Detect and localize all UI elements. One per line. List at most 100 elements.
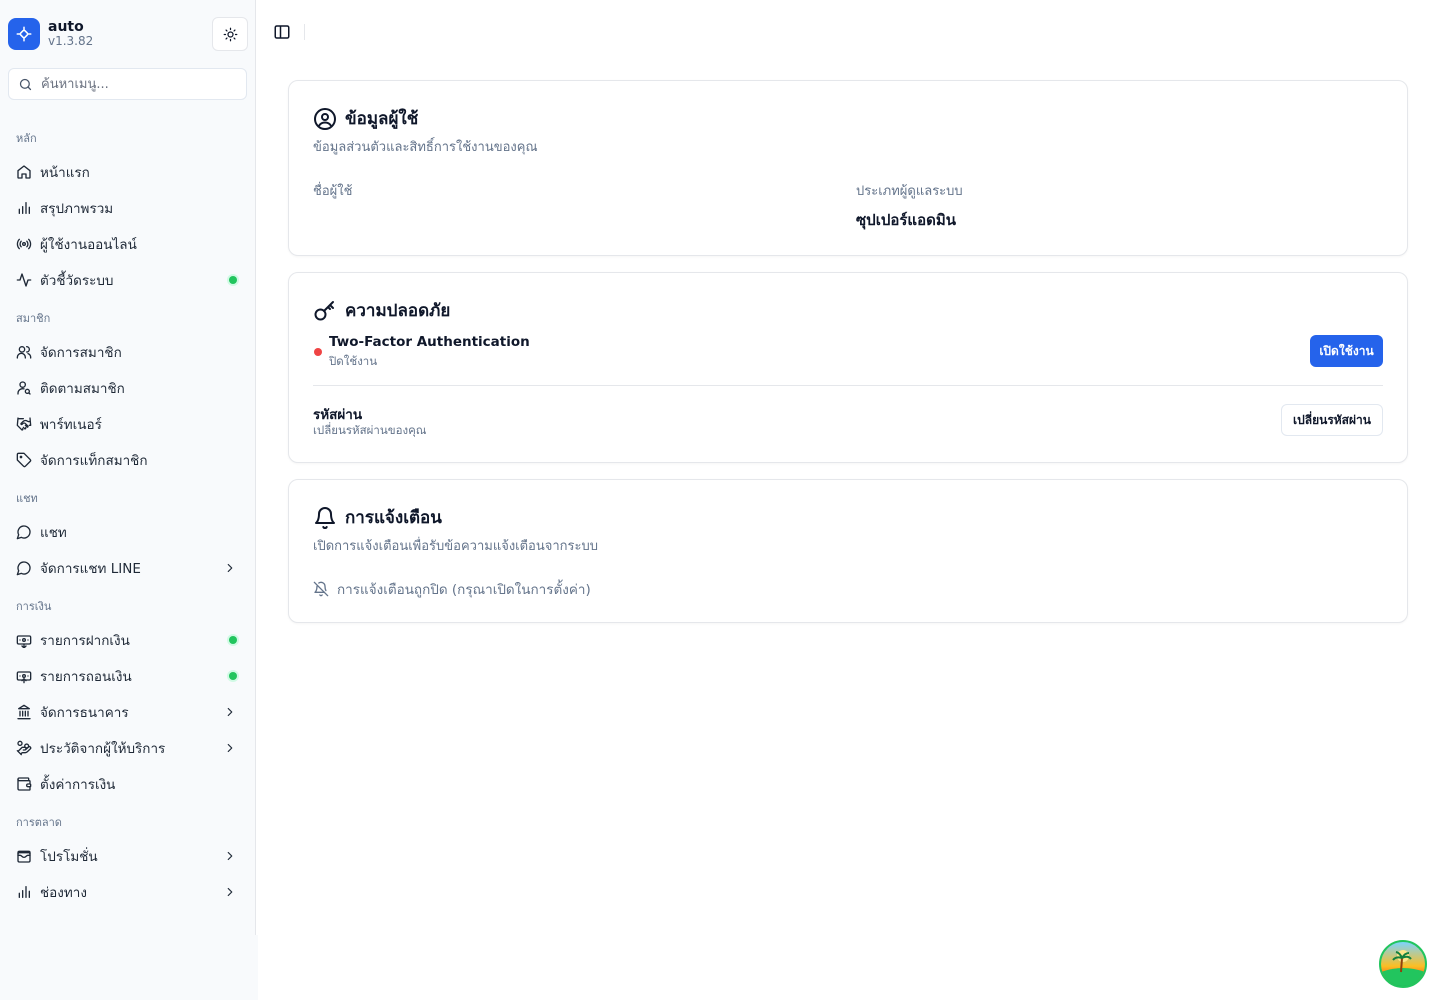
username-label: ชื่อผู้ใช้	[313, 184, 353, 199]
brand: auto v1.3.82	[8, 17, 248, 51]
sidebar-item-label: รายการถอนเงิน	[40, 669, 132, 685]
admin-type-value: ซุปเปอร์แอดมิน	[856, 211, 956, 229]
sidebar-item[interactable]: จัดการแท็กสมาชิก	[0, 442, 255, 478]
sidebar: auto v1.3.82 หลักหน้าแรกสรุปภาพรวมผู้ใช้…	[0, 0, 258, 1000]
chevron-right-icon[interactable]	[223, 885, 237, 899]
bar-chart-icon	[16, 884, 32, 900]
sidebar-item[interactable]: หน้าแรก	[0, 154, 255, 190]
search-icon	[19, 78, 32, 90]
nav-group-heading: สมาชิก	[16, 312, 51, 325]
sidebar-item-label: แชท	[40, 525, 67, 541]
sidebar-item[interactable]: จัดการแชท LINE	[0, 550, 255, 586]
sidebar-item-label: จัดการธนาคาร	[40, 705, 129, 721]
chevron-right-icon[interactable]	[223, 849, 237, 863]
sidebar-item-label: สรุปภาพรวม	[40, 201, 114, 217]
chevron-right-icon[interactable]	[223, 561, 237, 575]
bar-chart-icon	[16, 200, 32, 216]
user-avatar[interactable]	[1379, 940, 1427, 988]
nav-group: สมาชิกจัดการสมาชิกติดตามสมาชิกพาร์ทเนอร์…	[0, 304, 255, 478]
chevron-right-icon[interactable]	[223, 705, 237, 719]
app-version: v1.3.82	[48, 34, 94, 49]
two-factor-status-dot	[314, 348, 322, 356]
sidebar-item[interactable]: รายการฝากเงิน	[0, 622, 255, 658]
bell-off-icon	[313, 581, 329, 597]
profile-card-description: ข้อมูลส่วนตัวและสิทธิ์การใช้งานของคุณ	[313, 140, 538, 155]
sidebar-item-label: ตั้งค่าการเงิน	[40, 777, 116, 793]
sidebar-item-label: จัดการแท็กสมาชิก	[40, 453, 148, 469]
wallet-icon	[16, 776, 32, 792]
sidebar-item-label: ช่องทาง	[40, 885, 87, 901]
nav-group-heading: การเงิน	[16, 600, 52, 613]
broadcast-icon	[16, 236, 32, 252]
security-card: ความปลอดภัย Two-Factor Authentication ปิ…	[288, 272, 1408, 463]
nav-group-heading: การตลาด	[16, 816, 62, 829]
sidebar-item-label: ตัวชี้วัดระบบ	[40, 273, 114, 289]
sidebar-item[interactable]: รายการถอนเงิน	[0, 658, 255, 694]
sidebar-item[interactable]: โปรโมชั่น	[0, 838, 255, 874]
chevron-right-icon[interactable]	[223, 741, 237, 755]
sidebar-item-label: โปรโมชั่น	[40, 849, 98, 865]
sidebar-toggle-button[interactable]	[272, 22, 292, 42]
notification-status: การแจ้งเตือนถูกปิด (กรุณาเปิดในการตั้งค่…	[313, 578, 591, 600]
status-indicator	[229, 276, 237, 284]
hand-coins-icon	[16, 740, 32, 756]
enable-2fa-button[interactable]: เปิดใช้งาน	[1310, 335, 1383, 367]
profile-card: ข้อมูลผู้ใช้ ข้อมูลส่วนตัวและสิทธิ์การใช…	[288, 80, 1408, 256]
theme-toggle-button[interactable]	[212, 17, 248, 51]
change-password-button[interactable]: เปลี่ยนรหัสผ่าน	[1281, 404, 1383, 436]
key-icon	[313, 299, 337, 323]
message-circle-icon	[16, 560, 32, 576]
nav-group: การตลาดโปรโมชั่นช่องทาง	[0, 808, 255, 910]
sidebar-item[interactable]: ช่องทาง	[0, 874, 255, 910]
notification-card-description: เปิดการแจ้งเตือนเพื่อรับข้อความแจ้งเตือน…	[313, 539, 599, 554]
notification-status-text: การแจ้งเตือนถูกปิด (กรุณาเปิดในการตั้งค่…	[337, 582, 591, 598]
search-input[interactable]	[41, 76, 231, 92]
notification-card-title: การแจ้งเตือน	[345, 508, 442, 528]
sidebar-item[interactable]: ติดตามสมาชิก	[0, 370, 255, 406]
status-indicator	[229, 636, 237, 644]
notification-card: การแจ้งเตือน เปิดการแจ้งเตือนเพื่อรับข้อ…	[288, 479, 1408, 623]
security-divider	[313, 385, 1383, 386]
sidebar-item-label: จัดการสมาชิก	[40, 345, 122, 361]
home-icon	[16, 164, 32, 180]
app-logo-icon[interactable]	[8, 18, 40, 50]
sun-icon	[223, 27, 237, 41]
sidebar-item-label: ผู้ใช้งานออนไลน์	[40, 237, 137, 253]
sidebar-item[interactable]: จัดการสมาชิก	[0, 334, 255, 370]
nav-group-heading: แชท	[16, 492, 38, 505]
profile-card-header: ข้อมูลผู้ใช้	[313, 105, 418, 132]
sidebar-item[interactable]: จัดการธนาคาร	[0, 694, 255, 730]
sidebar-item[interactable]: ตัวชี้วัดระบบ	[0, 262, 255, 298]
sidebar-item[interactable]: ผู้ใช้งานออนไลน์	[0, 226, 255, 262]
status-indicator	[229, 672, 237, 680]
security-card-title: ความปลอดภัย	[345, 301, 451, 321]
sidebar-item[interactable]: ตั้งค่าการเงิน	[0, 766, 255, 802]
admin-type-label: ประเภทผู้ดูแลระบบ	[856, 184, 963, 199]
sidebar-nav: หลักหน้าแรกสรุปภาพรวมผู้ใช้งานออนไลน์ตัว…	[0, 124, 255, 939]
sidebar-item[interactable]: แชท	[0, 514, 255, 550]
sidebar-item[interactable]: พาร์ทเนอร์	[0, 406, 255, 442]
handshake-icon	[16, 416, 32, 432]
bell-icon	[313, 506, 337, 530]
message-circle-icon	[16, 524, 32, 540]
profile-card-title: ข้อมูลผู้ใช้	[345, 109, 419, 129]
sidebar-item-label: พาร์ทเนอร์	[40, 417, 102, 433]
password-description: เปลี่ยนรหัสผ่านของคุณ	[313, 423, 427, 437]
bank-icon	[16, 704, 32, 720]
two-factor-title: Two-Factor Authentication	[329, 334, 530, 350]
sidebar-item[interactable]: สรุปภาพรวม	[0, 190, 255, 226]
app-name: auto	[48, 19, 84, 36]
topbar-separator	[304, 24, 305, 40]
nav-group-heading: หลัก	[16, 132, 37, 145]
sidebar-item-label: รายการฝากเงิน	[40, 633, 130, 649]
withdraw-icon	[16, 668, 32, 684]
menu-search[interactable]	[8, 68, 247, 100]
sidebar-item[interactable]: ประวัติจากผู้ให้บริการ	[0, 730, 255, 766]
sidebar-footer	[0, 935, 258, 1000]
panel-left-icon	[274, 25, 290, 39]
user-circle-icon	[313, 107, 337, 131]
wallet-cards-icon	[16, 848, 32, 864]
sidebar-item-label: จัดการแชท LINE	[40, 561, 141, 577]
sidebar-item-label: ประวัติจากผู้ให้บริการ	[40, 741, 166, 757]
two-factor-status: ปิดใช้งาน	[329, 354, 378, 368]
